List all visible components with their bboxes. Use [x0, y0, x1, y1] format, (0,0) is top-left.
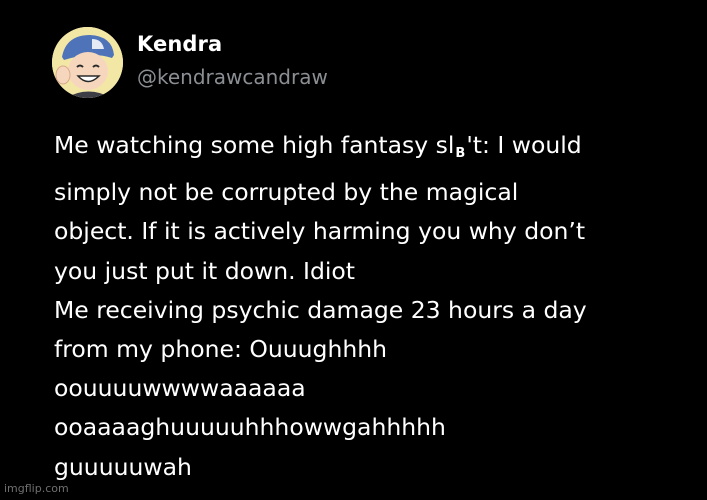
tweet-body-line: guuuuuwah [54, 452, 192, 481]
censor-letter: B [455, 146, 466, 161]
tweet-body-text: Me watching some high fantasy sl [54, 131, 455, 159]
tweet-body-line: from my phone: Ouuughhhh [54, 335, 388, 364]
author-handle[interactable]: @kendrawcandraw [137, 65, 328, 89]
tweet-body-line: Me receiving psychic damage 23 hours a d… [54, 295, 587, 324]
avatar-illustration-icon [52, 27, 123, 98]
tweet-card: Kendra @kendrawcandraw Me watching some … [0, 0, 707, 500]
avatar[interactable] [52, 27, 123, 98]
tweet-body-line: oouuuuwwwwaaaaaa [54, 374, 306, 403]
watermark: imgflip.com [4, 482, 69, 495]
author-name[interactable]: Kendra [137, 32, 222, 56]
tweet-body-text: 't: I would [466, 131, 582, 159]
tweet-body-line: you just put it down. Idiot [54, 256, 356, 285]
tweet-body-line: ooaaaaghuuuuuhhhowwgahhhhh [54, 413, 446, 442]
tweet-body-line: Me watching some high fantasy slB't: I w… [54, 126, 694, 173]
tweet-body: Me watching some high fantasy slB't: I w… [54, 126, 694, 487]
tweet-body-line: object. If it is actively harming you wh… [54, 217, 586, 246]
tweet-body-line: simply not be corrupted by the magical [54, 178, 519, 207]
